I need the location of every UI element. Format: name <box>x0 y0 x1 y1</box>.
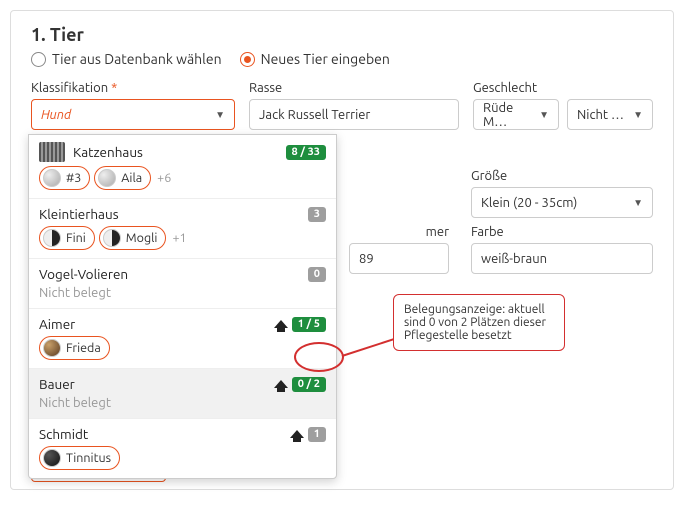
animal-chip-label: Aila <box>121 171 142 185</box>
radio-from-database[interactable]: Tier aus Datenbank wählen <box>31 51 222 67</box>
animal-chip[interactable]: Fini <box>39 226 95 250</box>
input-value: 89 <box>359 252 374 266</box>
location-name: Schmidt <box>39 426 88 442</box>
radio-indicator <box>31 52 46 67</box>
animal-chip-label: #3 <box>66 171 81 185</box>
location-name: Katzenhaus <box>73 144 143 160</box>
groesse-field: Größe Klein (20 - 35cm) ▼ <box>471 169 653 218</box>
animal-avatar-icon <box>98 169 116 187</box>
source-radio-group: Tier aus Datenbank wählen Neues Tier ein… <box>31 51 653 67</box>
location-empty-text: Nicht belegt <box>39 396 326 410</box>
input-value: Jack Russell Terrier <box>259 108 370 122</box>
location-option[interactable]: Aimer 1 / 5 Frieda <box>29 309 336 369</box>
animal-chip[interactable]: Aila <box>94 166 151 190</box>
location-option[interactable]: Schmidt 1 Tinnitus <box>29 419 336 478</box>
groesse-select[interactable]: Klein (20 - 35cm) ▼ <box>471 187 653 218</box>
animal-avatar-icon <box>43 169 61 187</box>
rasse-input[interactable]: Jack Russell Terrier <box>249 99 459 130</box>
kastration-select[interactable]: Nicht … ▼ <box>567 99 653 130</box>
nummer-input[interactable]: 89 <box>349 243 449 274</box>
radio-new-animal[interactable]: Neues Tier eingeben <box>240 51 390 67</box>
geschlecht-select[interactable]: Rüde M… ▼ <box>473 99 559 130</box>
location-empty-text: Nicht belegt <box>39 286 326 300</box>
form-row-1: Klassifikation Hund ▼ Rasse Jack Russell… <box>31 81 653 130</box>
select-value: Rüde M… <box>483 101 539 129</box>
select-value: Nicht … <box>577 108 624 122</box>
rasse-label: Rasse <box>249 81 459 95</box>
animal-chip-label: Mogli <box>126 231 158 245</box>
nummer-label-fragment: mer <box>349 225 449 239</box>
animal-chip[interactable]: Mogli <box>99 226 167 250</box>
animal-chip[interactable]: Frieda <box>39 336 110 360</box>
annotation-circle <box>294 342 344 372</box>
occupancy-badge: 1 / 5 <box>292 317 326 332</box>
more-count: +6 <box>157 171 171 185</box>
chevron-down-icon: ▼ <box>539 109 549 121</box>
klassifikation-select[interactable]: Hund ▼ <box>31 99 235 130</box>
foster-home-icon <box>274 380 288 388</box>
select-value: Hund <box>41 108 71 122</box>
chevron-down-icon: ▼ <box>633 197 643 209</box>
animal-chip[interactable]: Tinnitus <box>39 446 120 470</box>
animal-chip-label: Tinnitus <box>66 451 111 465</box>
location-option[interactable]: Bauer 0 / 2 Nicht belegt <box>29 369 336 419</box>
animal-chip-label: Frieda <box>66 341 101 355</box>
farbe-label: Farbe <box>471 225 653 239</box>
animal-avatar-icon <box>43 449 61 467</box>
radio-label: Tier aus Datenbank wählen <box>52 51 222 67</box>
animal-avatar-icon <box>43 229 61 247</box>
input-value: weiß-braun <box>481 252 547 266</box>
location-name: Vogel-Volieren <box>39 266 128 282</box>
location-name: Bauer <box>39 376 75 392</box>
occupancy-badge: 1 <box>308 427 326 442</box>
chevron-down-icon: ▼ <box>633 109 643 121</box>
foster-home-icon <box>290 430 304 438</box>
occupancy-badge: 8 / 33 <box>286 145 326 160</box>
location-option[interactable]: Katzenhaus 8 / 33 #3 Aila +6 <box>29 135 336 199</box>
klassifikation-label: Klassifikation <box>31 81 235 95</box>
location-name: Kleintierhaus <box>39 206 119 222</box>
location-option[interactable]: Kleintierhaus 3 Fini Mogli +1 <box>29 199 336 259</box>
animal-avatar-icon <box>43 339 61 357</box>
groesse-label: Größe <box>471 169 653 183</box>
annotation-callout: Belegungsanzeige: aktuell sind 0 von 2 P… <box>393 294 565 351</box>
geschlecht-label: Geschlecht <box>473 81 653 95</box>
farbe-input[interactable]: weiß-braun <box>471 243 653 274</box>
foster-home-icon <box>274 320 288 328</box>
klassifikation-dropdown-panel[interactable]: Katzenhaus 8 / 33 #3 Aila +6 Kleintierhaus 3 Fi… <box>28 134 337 479</box>
radio-label: Neues Tier eingeben <box>261 51 390 67</box>
location-name: Aimer <box>39 316 75 332</box>
location-option[interactable]: Vogel-Volieren 0 Nicht belegt <box>29 259 336 309</box>
more-count: +1 <box>172 231 186 245</box>
occupancy-badge: 0 / 2 <box>292 377 326 392</box>
occupancy-badge: 3 <box>308 207 326 222</box>
location-thumbnail <box>39 142 65 162</box>
chevron-down-icon: ▼ <box>215 109 225 121</box>
occupancy-badge: 0 <box>308 267 326 282</box>
animal-avatar-icon <box>103 229 121 247</box>
animal-chip-label: Fini <box>66 231 86 245</box>
section-title: 1. Tier <box>31 25 653 45</box>
animal-chip[interactable]: #3 <box>39 166 90 190</box>
radio-indicator <box>240 52 255 67</box>
select-value: Klein (20 - 35cm) <box>481 196 577 210</box>
